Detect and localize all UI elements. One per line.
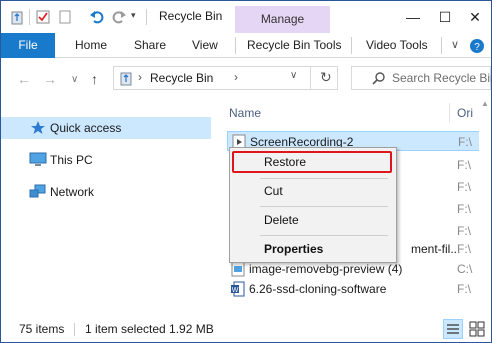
scroll-up-arrow[interactable]: ▲ <box>481 99 489 108</box>
computer-icon <box>29 152 47 166</box>
network-icon <box>29 184 46 198</box>
column-header-name[interactable]: Name <box>229 106 261 120</box>
undo-icon[interactable] <box>89 9 105 25</box>
back-button[interactable]: ← <box>17 71 31 87</box>
column-divider <box>449 103 450 123</box>
tab-share[interactable]: Share <box>134 33 166 58</box>
minimize-button[interactable]: — <box>399 5 427 29</box>
vertical-scrollbar[interactable]: ▲ <box>479 97 491 317</box>
tab-home[interactable]: Home <box>75 33 107 58</box>
redo-icon[interactable] <box>111 9 127 25</box>
search-icon <box>372 72 385 85</box>
file-original-location: F:\ <box>457 180 471 194</box>
ribbon-tabs: File Home Share View Recycle Bin Tools V… <box>1 33 491 58</box>
sidebar-item-label: Network <box>50 185 95 199</box>
recycle-bin-icon <box>120 72 132 86</box>
file-original-location: F:\ <box>457 224 471 238</box>
properties-icon[interactable] <box>35 9 51 25</box>
svg-text:?: ? <box>474 42 480 53</box>
sidebar-item-network[interactable]: Network <box>1 181 211 203</box>
star-icon <box>31 121 45 134</box>
file-original-location: F:\ <box>457 202 471 216</box>
address-divider <box>310 67 311 89</box>
restore-highlight-box <box>232 151 392 173</box>
customize-dropdown-icon[interactable]: ▾ <box>131 10 136 21</box>
search-input[interactable]: Search Recycle Bin <box>392 71 491 85</box>
up-button[interactable]: ↑ <box>91 71 98 87</box>
explorer-window: ▾ Recycle Bin Manage — ☐ ✕ File Home Sha… <box>0 0 492 343</box>
details-view-icon[interactable] <box>443 319 463 339</box>
qat-separator-2 <box>146 9 147 25</box>
address-location[interactable]: Recycle Bin <box>150 71 213 85</box>
address-chevron[interactable]: › <box>234 70 238 84</box>
status-divider <box>74 323 75 336</box>
file-original-location: C:\ <box>457 262 473 276</box>
sidebar-item-label: This PC <box>50 153 93 167</box>
menu-separator <box>260 206 388 207</box>
menu-separator <box>260 235 388 236</box>
maximize-button[interactable]: ☐ <box>431 5 459 29</box>
context-menu-properties[interactable]: Properties <box>230 238 396 260</box>
address-bar[interactable]: › Recycle Bin › ∨ ↻ <box>113 66 338 90</box>
selection-info: 1 item selected 1.92 MB <box>85 322 214 336</box>
item-count: 75 items <box>19 322 65 336</box>
table-row[interactable]: W 6.26-ssd-cloning-software F:\ <box>227 279 491 299</box>
navigation-pane: Quick access This PC Network <box>1 97 213 317</box>
tab-file[interactable]: File <box>1 33 55 58</box>
context-menu: Restore Cut Delete Properties <box>229 147 397 263</box>
tab-recycle-bin-tools[interactable]: Recycle Bin Tools <box>247 33 342 58</box>
menu-separator <box>260 178 388 179</box>
file-original-location: F:\ <box>458 135 472 149</box>
sidebar-item-quick-access[interactable]: Quick access <box>1 117 211 139</box>
large-icons-view-icon[interactable] <box>467 319 487 339</box>
ribbon-separator <box>235 37 236 54</box>
recycle-bin-icon <box>11 11 23 25</box>
ribbon-separator <box>441 37 442 54</box>
window-title: Recycle Bin <box>159 9 223 23</box>
context-menu-delete[interactable]: Delete <box>230 209 396 231</box>
qat-separator <box>29 9 30 25</box>
word-file-icon: W <box>231 281 245 297</box>
ribbon-separator <box>351 37 352 54</box>
file-name: image-removebg-preview (4) <box>249 262 403 276</box>
file-name: ment-fil... <box>411 242 461 256</box>
context-menu-cut[interactable]: Cut <box>230 180 396 202</box>
address-separator: › <box>138 70 142 84</box>
close-button[interactable]: ✕ <box>461 5 489 29</box>
status-bar: 75 items 1 item selected 1.92 MB <box>1 317 491 342</box>
file-original-location: F:\ <box>457 158 471 172</box>
column-header-original-location[interactable]: Ori <box>457 106 473 120</box>
address-dropdown-button[interactable]: ∨ <box>290 70 297 81</box>
refresh-button[interactable]: ↻ <box>320 69 332 86</box>
help-icon[interactable]: ? <box>469 38 485 54</box>
sidebar-item-this-pc[interactable]: This PC <box>1 149 211 171</box>
tab-view[interactable]: View <box>192 33 218 58</box>
sidebar-item-label: Quick access <box>50 121 122 135</box>
forward-button[interactable]: → <box>43 71 57 87</box>
svg-text:W: W <box>232 287 239 294</box>
navigation-bar: ← → ∨ ↑ › Recycle Bin › ∨ ↻ Search Recyc… <box>1 59 491 97</box>
image-file-icon <box>231 261 245 277</box>
search-box[interactable]: Search Recycle Bin <box>351 66 491 90</box>
recent-locations-button[interactable]: ∨ <box>71 74 78 85</box>
file-original-location: F:\ <box>457 282 471 296</box>
chevron-down-icon[interactable]: ∨ <box>451 38 459 51</box>
new-folder-icon[interactable] <box>57 9 73 25</box>
file-original-location: F:\ <box>457 242 471 256</box>
file-name: 6.26-ssd-cloning-software <box>249 282 387 296</box>
tab-manage[interactable]: Manage <box>235 6 330 33</box>
tab-video-tools[interactable]: Video Tools <box>366 33 428 58</box>
title-bar: ▾ Recycle Bin Manage — ☐ ✕ <box>1 1 491 33</box>
